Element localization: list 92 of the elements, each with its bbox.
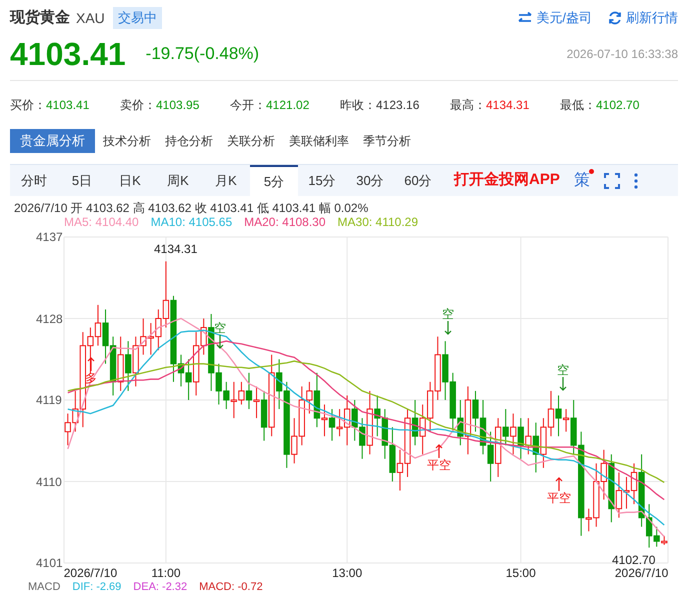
candlestick: [125, 340, 132, 392]
candlestick: [562, 408, 570, 432]
period-tab[interactable]: 分时: [10, 165, 58, 196]
signal-label: 空: [441, 307, 455, 321]
x-axis-label: 13:00: [332, 566, 362, 580]
candlestick: [502, 408, 509, 446]
candlestick: [419, 404, 426, 455]
moving-average-label: MA30: 4110.29: [338, 215, 418, 229]
up-arrow-icon: [435, 444, 443, 458]
refresh-icon: [608, 11, 622, 25]
analysis-tab[interactable]: 持仓分析: [159, 129, 219, 153]
y-axis-label: 4128: [36, 312, 63, 326]
candlestick: [328, 408, 336, 442]
period-tab[interactable]: 5分: [250, 165, 298, 196]
down-arrow-icon: [444, 321, 452, 335]
stat-value: 4123.16: [376, 97, 420, 114]
open-app-link[interactable]: 打开金投网APP: [454, 165, 560, 196]
signal-label: 平空: [546, 491, 572, 505]
stat-value: 4103.95: [156, 97, 200, 114]
candlestick: [253, 386, 260, 419]
status-badge: 交易中: [112, 7, 162, 29]
quote-time: 2026-07-10 16:33:38: [566, 46, 678, 63]
moving-average-label: MA20: 4108.30: [244, 215, 326, 229]
period-tab[interactable]: 30分: [346, 165, 394, 196]
macd-label: MACD: -0.72: [199, 581, 263, 593]
analysis-tab[interactable]: 贵金属分析: [10, 129, 95, 153]
period-tab[interactable]: 周K: [154, 165, 202, 196]
candlestick: [132, 336, 139, 387]
moving-average-label: MA5: 4104.40: [64, 215, 139, 229]
down-arrow-icon: [559, 377, 567, 391]
refresh-link[interactable]: 刷新行情: [608, 8, 678, 28]
stat-label: 最低：: [560, 97, 596, 114]
signal-label: 多: [84, 371, 98, 385]
signal-label: 平空: [426, 458, 452, 472]
symbol-label: XAU: [76, 8, 105, 28]
candlestick: [525, 418, 532, 455]
low-price-label: 4102.70: [612, 553, 656, 567]
y-axis-label: 4110: [36, 474, 62, 488]
candlestick: [555, 394, 562, 437]
price-change: -19.75(-0.48%): [146, 43, 260, 66]
macd-label: DEA: -2.32: [133, 581, 188, 593]
stat-label: 买价：: [10, 97, 46, 114]
stat-label: 最高：: [450, 97, 486, 114]
x-axis-label: 11:00: [151, 566, 180, 580]
stat-value: 4121.02: [266, 97, 310, 114]
x-axis-label: 2026/7/10: [64, 566, 118, 580]
high-price-label: 4134.31: [154, 242, 198, 256]
candlestick: [321, 404, 328, 437]
bar-info: 2026/7/10 开 4103.62 高 4103.62 收 4103.41 低 4103.41 幅 0.02%: [14, 201, 368, 215]
stat-value: 4102.70: [596, 97, 640, 114]
strategy-button[interactable]: 策: [574, 165, 590, 196]
candlestick: [306, 381, 313, 414]
candlestick: [510, 413, 516, 455]
period-tab[interactable]: 5日: [58, 165, 106, 196]
signal-label: 空: [213, 321, 227, 335]
up-arrow-icon: [555, 477, 563, 491]
x-axis-label: 2026/7/10: [614, 566, 668, 580]
period-tab[interactable]: 15分: [298, 165, 346, 196]
analysis-tab[interactable]: 技术分析: [97, 129, 157, 153]
candlestick: [464, 386, 472, 455]
x-axis-label: 15:00: [506, 566, 536, 580]
macd-label: DIF: -2.69: [72, 581, 122, 593]
stat-value: 4103.41: [46, 97, 90, 114]
macd-label: MACD: [28, 581, 60, 593]
analysis-tab[interactable]: 美联储利率: [283, 129, 355, 153]
down-arrow-icon: [216, 335, 224, 349]
y-axis-label: 4119: [36, 393, 62, 407]
candlestick: [518, 418, 524, 460]
candlestick: [268, 354, 275, 437]
candlestick: [246, 372, 252, 410]
currency-unit-link[interactable]: 美元/盎司: [518, 8, 592, 28]
more-icon: [634, 172, 638, 188]
stat-label: 卖价：: [120, 97, 156, 114]
instrument-title: 现货黄金: [10, 8, 70, 28]
moving-average-label: MA10: 4105.65: [150, 215, 232, 229]
period-tab[interactable]: 月K: [202, 165, 250, 196]
current-price: 4103.41: [10, 38, 126, 70]
candlestick: [117, 336, 124, 392]
stat-label: 今开：: [230, 97, 266, 114]
analysis-tab[interactable]: 关联分析: [221, 129, 281, 153]
signal-label: 空: [556, 363, 570, 377]
analysis-tab[interactable]: 季节分析: [357, 129, 417, 153]
period-tab[interactable]: 日K: [106, 165, 154, 196]
y-axis-label: 4137: [36, 230, 63, 244]
y-axis-label: 4101: [36, 556, 63, 570]
fullscreen-icon: [604, 172, 620, 188]
swap-icon: [518, 12, 532, 24]
period-tab[interactable]: 60分: [394, 165, 442, 196]
stat-label: 昨收：: [340, 97, 376, 114]
candlestick: [366, 390, 373, 455]
candlestick: [494, 418, 502, 478]
stat-value: 4134.31: [486, 97, 530, 114]
